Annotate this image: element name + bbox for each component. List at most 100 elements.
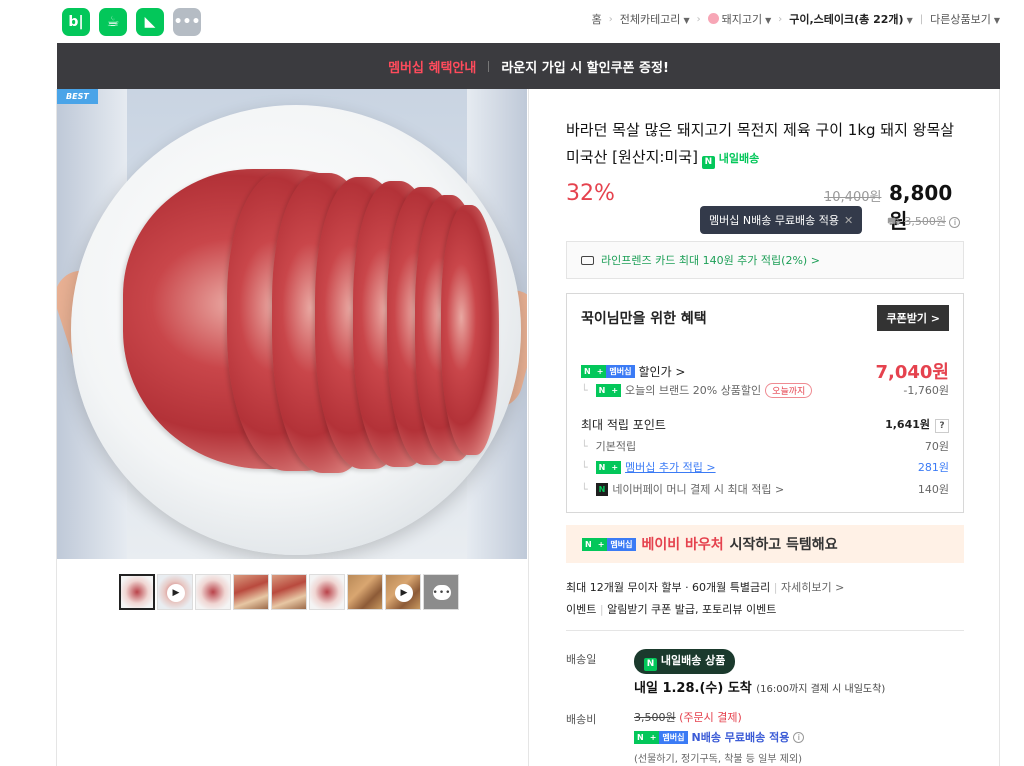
thumbnail-5[interactable] (271, 574, 307, 610)
today-only-pill: 오늘까지 (765, 382, 813, 398)
breadcrumb-category[interactable]: 전체카테고리 ▼ (620, 11, 690, 27)
n-plus-membership-icon: N + 멤버십 (581, 364, 635, 378)
thumbnail-4[interactable] (233, 574, 269, 610)
breadcrumb-category-label: 전체카테고리 (619, 13, 681, 26)
n-chip-member: 멤버십 (659, 730, 688, 744)
delivery-date-label: 배송일 (566, 653, 597, 666)
banner-membership-link[interactable]: 멤버십 혜택안내 (388, 57, 476, 76)
membership-sale-price: 7,040원 (875, 362, 950, 383)
delivery-tag-label: 내일배송 (718, 152, 760, 165)
voucher-text: 시작하고 득템해요 (729, 537, 838, 553)
divider (528, 89, 529, 766)
chevron-right-icon: › (778, 13, 783, 25)
pay-points-row[interactable]: └ N 네이버페이 머니 결제 시 최대 적립 > 140원 (581, 481, 949, 497)
shipping-fee-old: ⛟ 3,500원 i (887, 213, 961, 230)
n-chip-plus: + (608, 460, 622, 474)
thumbnail-1[interactable] (119, 574, 155, 610)
pay-points-amount: 140원 (917, 483, 949, 496)
n-chip-plus: + (593, 364, 607, 378)
divider (566, 630, 964, 631)
more-apps-icon[interactable]: ••• (173, 8, 201, 36)
discount-rate: 32% (566, 181, 615, 206)
chevron-right-icon: › (696, 13, 701, 25)
member-points-amount: 281원 (917, 461, 949, 474)
pay-points-label: 네이버페이 머니 결제 시 최대 적립 > (612, 483, 785, 496)
other-products-label: 다른상품보기 (930, 13, 991, 26)
shipping-fee-detail: 3,500원 (주문시 결제) (634, 709, 742, 725)
thumbnail-7[interactable] (347, 574, 383, 610)
voucher-highlight: 베이비 바우처 (641, 537, 724, 553)
benefit-box: 꾹이님만을 위한 혜택 쿠폰받기 > N + 멤버십 할인가 > 7,040원 └ N +… (566, 293, 964, 513)
other-products-link[interactable]: 다른상품보기 ▼ (930, 11, 1000, 27)
info-icon[interactable]: i (949, 217, 961, 228)
branch-icon: └ (581, 460, 588, 474)
member-points-row[interactable]: └ N + 멤버십 추가 적립 > 281원 (581, 459, 949, 475)
n-chip-plus: + (608, 383, 622, 397)
product-main-image[interactable]: BEST (57, 89, 527, 559)
branch-icon: └ (581, 383, 588, 397)
arrival-note: (16:00까지 결제 시 내일도착) (756, 684, 886, 695)
n-plus-membership-icon: N + 멤버십 (582, 537, 636, 551)
pay-on-order-text: (주문시 결제) (679, 711, 742, 724)
breadcrumb-current[interactable]: 구이,스테이크(총 22개) ▼ (789, 11, 913, 27)
play-icon: ▶ (395, 584, 413, 602)
tooltip-text: 멤버십 N배송 무료배송 적용 (709, 214, 840, 227)
n-chip-n: N (581, 364, 594, 378)
brand-sale-text: 오늘의 브랜드 20% 상품할인 (625, 384, 762, 397)
thumbnail-6[interactable] (309, 574, 345, 610)
n-chip-plus: + (594, 537, 608, 551)
divider: | (773, 581, 781, 594)
n-plus-membership-icon: N + 멤버십 (634, 730, 688, 744)
help-icon[interactable]: ? (935, 419, 949, 433)
info-icon[interactable]: i (793, 731, 805, 743)
baby-voucher-banner[interactable]: N + 멤버십 베이비 바우처 시작하고 득템해요 (566, 525, 964, 563)
coupon-button[interactable]: 쿠폰받기 > (877, 305, 949, 331)
event-text[interactable]: 알림받기 쿠폰 발급, 포토리뷰 이벤트 (607, 603, 776, 616)
image-meat-slice (441, 205, 499, 455)
n-chip-n: N (582, 537, 595, 551)
points-total-value: 1,641원 (885, 418, 930, 431)
blog-app-icon[interactable]: b| (62, 8, 90, 36)
divider: | (919, 13, 924, 25)
n-chip-n: N (595, 383, 609, 397)
top-bar: b| ☕ ◣ ••• 홈 › 전체카테고리 ▼ › 돼지고기 ▼ › 구이,스테이크… (0, 0, 1024, 42)
card-promo[interactable]: 라인프렌즈 카드 최대 140원 추가 적립(2%) > (566, 241, 964, 279)
thumbnail-video-1[interactable]: ▶ (157, 574, 193, 610)
basic-points-amount: 70원 (924, 440, 949, 453)
app-shortcuts: b| ☕ ◣ ••• (62, 8, 201, 36)
sale-price-row[interactable]: N + 멤버십 할인가 > 7,040원 (581, 358, 949, 384)
membership-banner[interactable]: 멤버십 혜택안내 라운지 가입 시 할인쿠폰 증정! (57, 43, 1000, 89)
close-icon[interactable]: ✕ (844, 214, 853, 227)
brand-sale-row: └ N + 오늘의 브랜드 20% 상품할인 오늘까지 -1,760원 (581, 382, 949, 398)
breadcrumb-sub-label: 돼지고기 (721, 13, 763, 26)
thumbnail-3[interactable] (195, 574, 231, 610)
cafe-app-icon[interactable]: ☕ (99, 8, 127, 36)
thumbnail-strip: ▶ ▶ ••• (119, 574, 459, 610)
n-chip-n: N (595, 460, 609, 474)
shipping-exclusion-note: (선물하기, 정기구독, 착불 등 일부 제외) (634, 754, 803, 765)
product-title: 바라던 목살 많은 돼지고기 목전지 제육 구이 1kg 돼지 왕목살 미국산 … (566, 117, 964, 172)
installment-text: 최대 12개월 무이자 할부 · 60개월 특별금리 (566, 581, 771, 594)
installment-detail-link[interactable]: 자세히보기 > (781, 581, 844, 594)
breadcrumb-home[interactable]: 홈 (592, 11, 602, 27)
basic-points-row: └ 기본적립 70원 (581, 438, 949, 454)
breadcrumb: 홈 › 전체카테고리 ▼ › 돼지고기 ▼ › 구이,스테이크(총 22개) ▼ | … (592, 11, 1000, 27)
member-points-link[interactable]: 멤버십 추가 적립 > (625, 459, 716, 475)
bookmark-app-icon[interactable]: ◣ (136, 8, 164, 36)
play-icon: ▶ (167, 584, 185, 602)
thumbnail-video-2[interactable]: ▶ (385, 574, 421, 610)
chevron-down-icon: ▼ (683, 16, 690, 25)
breadcrumb-sub[interactable]: 돼지고기 ▼ (707, 11, 771, 27)
arrival-date-text: 내일 1.28.(수) 도착 (634, 681, 752, 696)
tomorrow-delivery-badge: N 내일배송 상품 (634, 649, 736, 674)
product-title-text: 바라던 목살 많은 돼지고기 목전지 제육 구이 1kg 돼지 왕목살 미국산 … (566, 121, 955, 166)
n-chip-n: N (595, 482, 609, 496)
n-delivery-icon: N (701, 156, 715, 169)
card-promo-text: 라인프렌즈 카드 최대 140원 추가 적립(2%) > (601, 254, 820, 267)
benefit-title: 꾹이님만을 위한 혜택 (581, 311, 707, 327)
npay-icon: N (595, 482, 609, 496)
thumbnail-more[interactable]: ••• (423, 574, 459, 610)
n-chip-n: N (634, 730, 647, 744)
event-info: 이벤트 | 알림받기 쿠폰 발급, 포토리뷰 이벤트 (566, 601, 776, 617)
divider: | (599, 603, 608, 616)
